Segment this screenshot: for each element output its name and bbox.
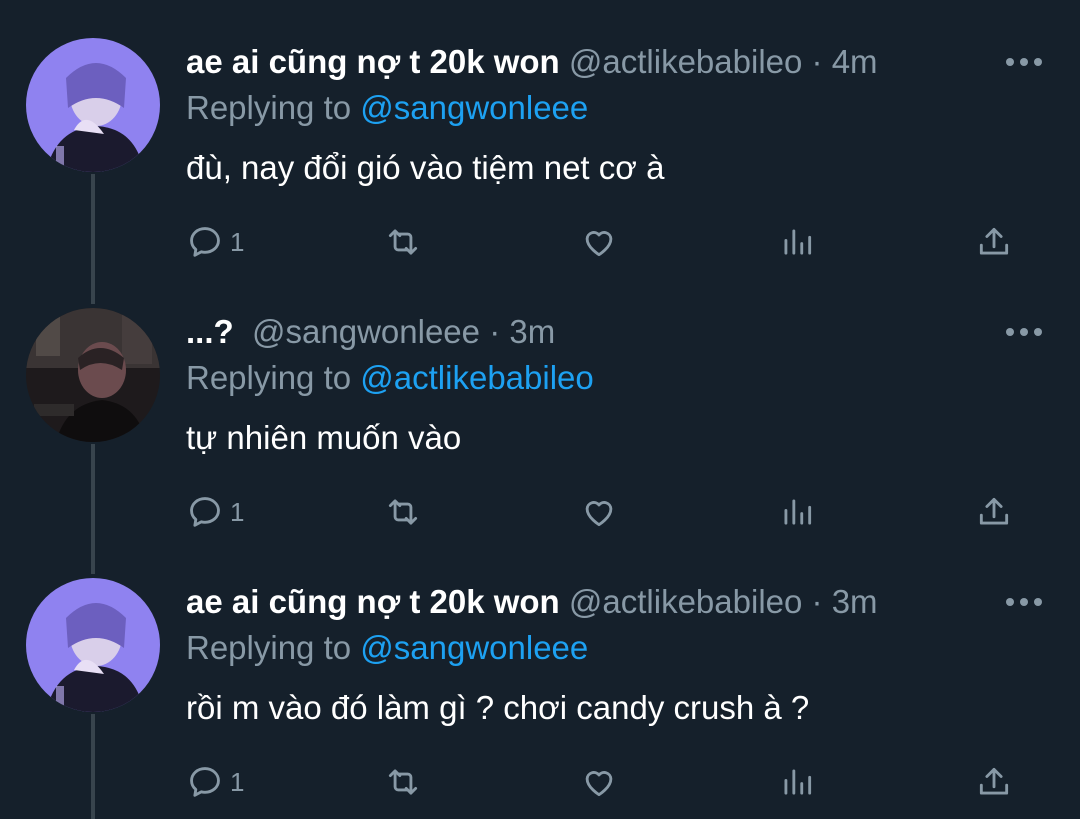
heart-icon (585, 231, 613, 257)
avatar[interactable] (26, 578, 160, 712)
tweet-actions: 1 (0, 222, 1080, 262)
tweet[interactable]: ...? @sangwonleee · 3m Replying to @actl… (0, 270, 1080, 540)
replying-to: Replying to @actlikebabileo (186, 358, 594, 398)
tweet-header: ae ai cũng nợ t 20k won @actlikebabileo … (186, 42, 878, 82)
like-button[interactable] (580, 492, 618, 532)
user-handle[interactable]: @actlikebabileo (569, 583, 802, 620)
timestamp[interactable]: 3m (509, 313, 555, 350)
separator-dot: · (489, 313, 501, 350)
reply-icon (190, 767, 220, 797)
user-handle[interactable]: @sangwonleee (252, 313, 480, 350)
display-name[interactable]: ...? (186, 313, 234, 350)
reply-icon (190, 227, 220, 257)
share-icon (979, 767, 1009, 795)
tweet-header: ae ai cũng nợ t 20k won @actlikebabileo … (186, 582, 878, 622)
display-name[interactable]: ae ai cũng nợ t 20k won (186, 583, 560, 620)
replying-to-mention[interactable]: @actlikebabileo (360, 359, 593, 396)
user-handle[interactable]: @actlikebabileo (569, 43, 802, 80)
tweet-text: rồi m vào đó làm gì ? chơi candy crush à… (186, 689, 810, 726)
tweet[interactable]: ae ai cũng nợ t 20k won @actlikebabileo … (0, 540, 1080, 819)
like-button[interactable] (580, 762, 618, 802)
heart-icon (585, 771, 613, 797)
retweet-button[interactable] (384, 222, 422, 262)
reply-count: 1 (230, 496, 245, 527)
replying-to-mention[interactable]: @sangwonleee (360, 89, 588, 126)
display-name[interactable]: ae ai cũng nợ t 20k won (186, 43, 560, 80)
retweet-icon (388, 229, 418, 255)
retweet-icon (388, 769, 418, 795)
replying-to: Replying to @sangwonleee (186, 628, 588, 668)
separator-dot: · (811, 583, 823, 620)
tweet[interactable]: ae ai cũng nợ t 20k won @actlikebabileo … (0, 0, 1080, 270)
tweet-actions: 1 (0, 492, 1080, 532)
share-icon (979, 497, 1009, 525)
share-icon (979, 227, 1009, 255)
more-options-icon[interactable] (1004, 322, 1044, 342)
replying-to-label: Replying to (186, 629, 352, 666)
replying-to-label: Replying to (186, 89, 352, 126)
retweet-icon (388, 499, 418, 525)
like-button[interactable] (580, 222, 618, 262)
avatar[interactable] (26, 308, 160, 442)
tweet-header: ...? @sangwonleee · 3m (186, 312, 555, 352)
analytics-button[interactable] (778, 492, 816, 532)
share-button[interactable] (975, 492, 1013, 532)
separator-dot: · (811, 43, 823, 80)
retweet-button[interactable] (384, 762, 422, 802)
avatar[interactable] (26, 38, 160, 172)
analytics-button[interactable] (778, 222, 816, 262)
analytics-icon (784, 499, 812, 525)
replying-to: Replying to @sangwonleee (186, 88, 588, 128)
reply-button[interactable]: 1 (186, 222, 244, 262)
analytics-icon (784, 769, 812, 795)
reply-icon (190, 497, 220, 527)
more-options-icon[interactable] (1004, 592, 1044, 612)
analytics-icon (784, 229, 812, 255)
retweet-button[interactable] (384, 492, 422, 532)
reply-button[interactable]: 1 (186, 762, 244, 802)
heart-icon (585, 501, 613, 527)
share-button[interactable] (975, 762, 1013, 802)
tweet-text: tự nhiên muốn vào (186, 419, 462, 456)
reply-count: 1 (230, 226, 245, 257)
tweet-text: đù, nay đổi gió vào tiệm net cơ à (186, 149, 665, 186)
analytics-button[interactable] (778, 762, 816, 802)
more-options-icon[interactable] (1004, 52, 1044, 72)
share-button[interactable] (975, 222, 1013, 262)
reply-count: 1 (230, 766, 245, 797)
replying-to-label: Replying to (186, 359, 352, 396)
timestamp[interactable]: 3m (832, 583, 878, 620)
reply-button[interactable]: 1 (186, 492, 244, 532)
timestamp[interactable]: 4m (832, 43, 878, 80)
tweet-actions: 1 (0, 762, 1080, 802)
replying-to-mention[interactable]: @sangwonleee (360, 629, 588, 666)
